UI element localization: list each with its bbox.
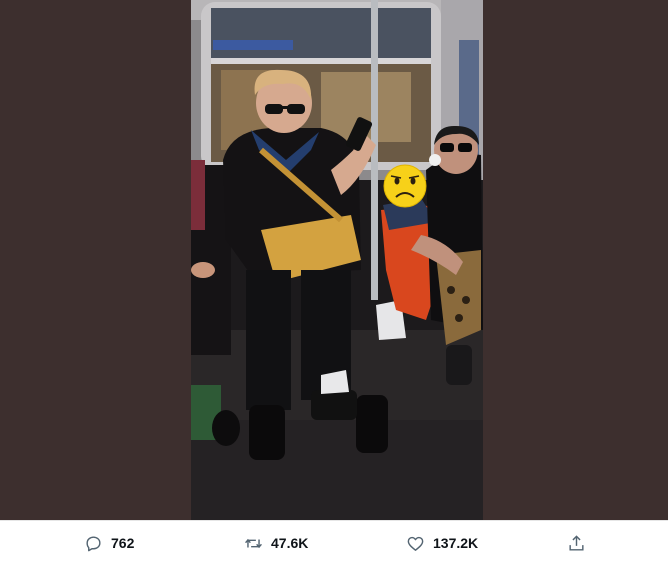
heart-icon (407, 536, 424, 551)
tweet-photo[interactable] (191, 0, 483, 520)
reply-count: 762 (111, 535, 135, 551)
like-button[interactable]: 137.2K (406, 529, 478, 557)
media-viewer (0, 0, 668, 520)
share-button[interactable] (567, 529, 586, 557)
like-count: 137.2K (433, 535, 479, 551)
retweet-count: 47.6K (271, 535, 309, 551)
tweet-action-bar: 762 47.6K 137.2K (0, 520, 668, 566)
sad-face-emoji (383, 164, 427, 208)
reply-icon (86, 535, 101, 551)
retweet-icon (245, 538, 262, 548)
reply-button[interactable]: 762 (84, 529, 134, 557)
retweet-button[interactable]: 47.6K (244, 529, 308, 557)
share-icon (569, 534, 584, 551)
